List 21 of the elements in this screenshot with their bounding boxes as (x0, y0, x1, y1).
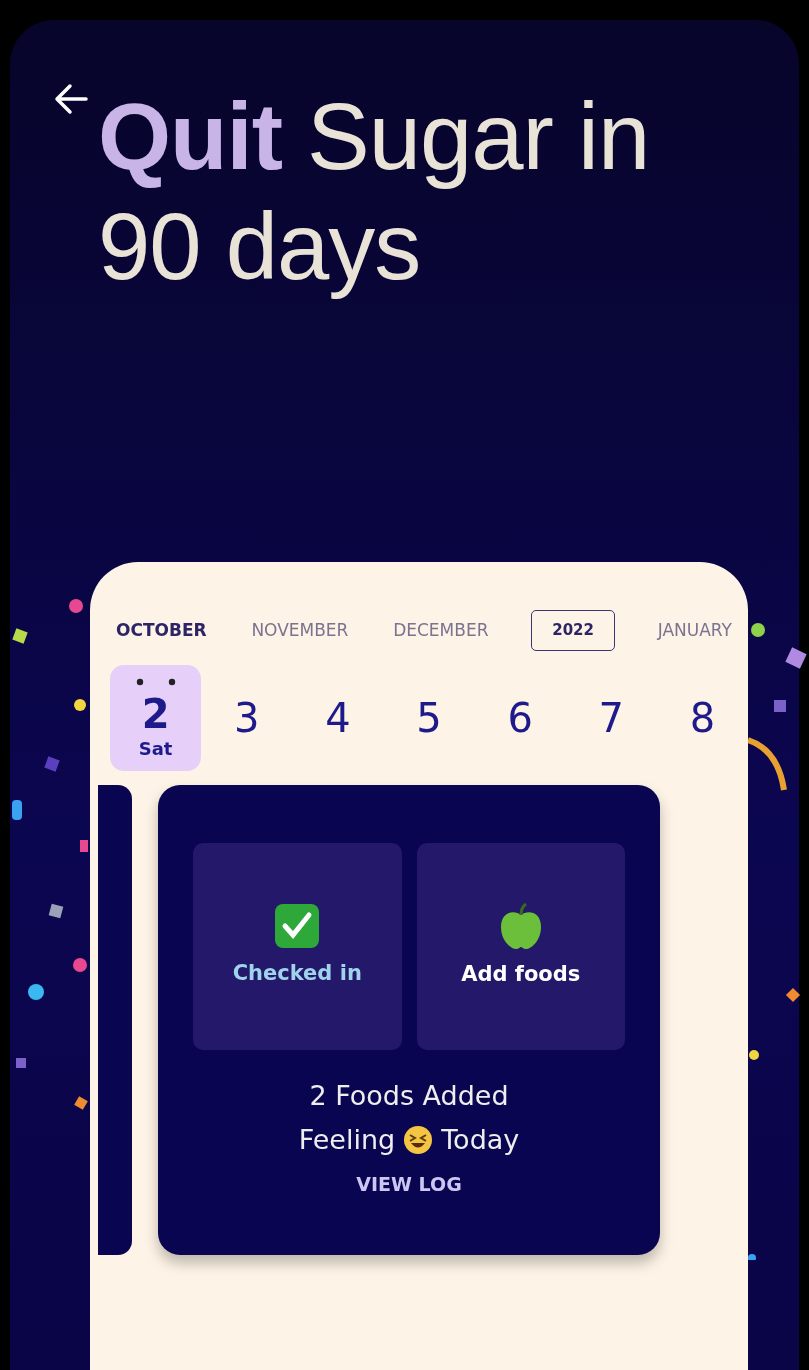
month-tab[interactable]: OCTOBER (114, 613, 209, 647)
year-button[interactable]: 2022 (531, 610, 615, 651)
day-button[interactable]: 4 (292, 664, 384, 771)
feeling-label: Feeling (298, 1123, 396, 1157)
day-button[interactable]: 6 (474, 664, 566, 771)
feeling-suffix: Today (441, 1123, 520, 1157)
day-button[interactable]: 7 (565, 664, 657, 771)
view-log-button[interactable]: VIEW LOG (350, 1168, 468, 1199)
month-tab[interactable]: JANUARY (655, 613, 734, 647)
day-button[interactable]: 8 (656, 664, 748, 771)
laughing-face-icon (403, 1125, 434, 1156)
foods-added-text: 2 Foods Added (308, 1078, 510, 1113)
day-button[interactable]: 3 (201, 664, 293, 771)
eyes-icon (135, 677, 176, 686)
page-title: Quit Sugar in 90 days (98, 83, 651, 301)
month-tab[interactable]: NOVEMBER (249, 613, 351, 647)
day-button[interactable]: 5 (383, 664, 475, 771)
action-tile[interactable]: Checked in (193, 842, 402, 1050)
month-tab[interactable]: DECEMBER (391, 613, 491, 647)
day-button[interactable]: 2 Sat (110, 664, 202, 771)
action-tile[interactable]: Add foods (416, 842, 625, 1050)
